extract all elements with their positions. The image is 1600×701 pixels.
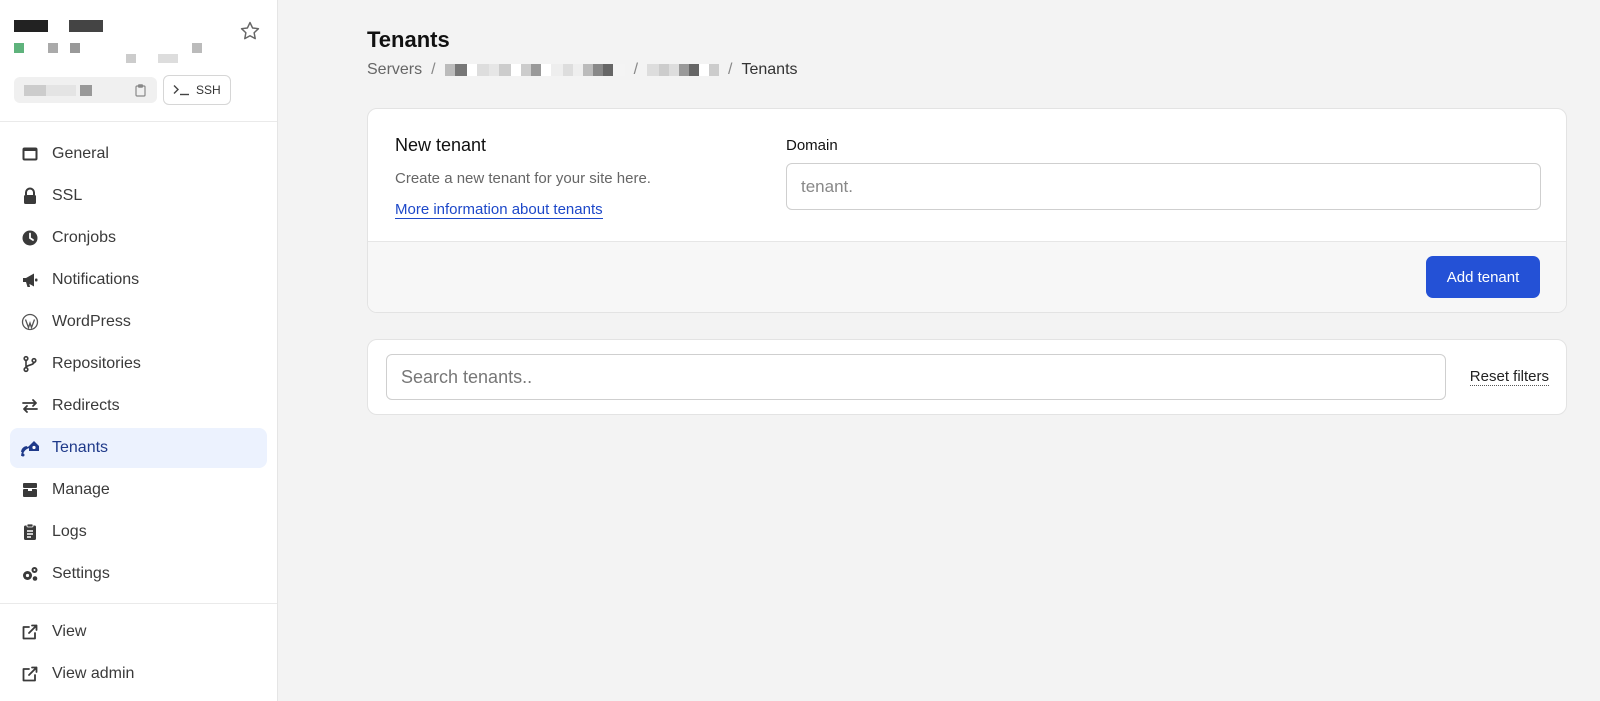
terminal-icon [173, 85, 189, 96]
new-tenant-footer: Add tenant [368, 242, 1566, 312]
tenants-icon [21, 439, 39, 457]
sidebar-item-view[interactable]: View [10, 612, 267, 652]
breadcrumb-servers[interactable]: Servers [367, 61, 422, 79]
breadcrumb-separator: / [633, 61, 639, 78]
tenants-info-link[interactable]: More information about tenants [395, 201, 603, 219]
sidebar: SSH General SSL Cronjobs Notifications W… [0, 0, 278, 701]
sidebar-item-ssl[interactable]: SSL [10, 176, 267, 216]
add-tenant-button[interactable]: Add tenant [1426, 256, 1540, 298]
external-link-icon [21, 623, 39, 641]
sidebar-item-label: Tenants [52, 439, 109, 456]
redacted-server-name[interactable] [444, 64, 625, 76]
tenant-search-card: Reset filters [367, 339, 1567, 415]
sidebar-divider [0, 603, 277, 604]
git-branch-icon [21, 355, 39, 373]
sidebar-item-label: Settings [52, 565, 110, 582]
sidebar-external-nav: View View admin [0, 612, 277, 694]
new-tenant-title: New tenant [395, 135, 487, 155]
ssh-button[interactable]: SSH [163, 75, 231, 105]
sidebar-item-logs[interactable]: Logs [10, 512, 267, 552]
favorite-star-icon[interactable] [239, 20, 261, 42]
sidebar-item-label: General [52, 145, 109, 162]
breadcrumb-current: Tenants [741, 61, 798, 78]
lock-icon [21, 187, 39, 205]
window-icon [21, 145, 39, 163]
search-tenants-input[interactable] [386, 354, 1446, 400]
redacted-site-crumb[interactable] [647, 64, 720, 76]
breadcrumb-separator: / [431, 61, 436, 78]
sidebar-item-label: Cronjobs [52, 229, 117, 246]
sidebar-item-label: Redirects [52, 397, 120, 414]
ssh-label: SSH [196, 83, 221, 97]
new-tenant-card: New tenant Create a new tenant for your … [367, 108, 1567, 313]
sidebar-item-manage[interactable]: Manage [10, 470, 267, 510]
gears-icon [21, 565, 39, 583]
sidebar-item-general[interactable]: General [10, 134, 267, 174]
sidebar-item-notifications[interactable]: Notifications [10, 260, 267, 300]
sidebar-item-cronjobs[interactable]: Cronjobs [10, 218, 267, 258]
sidebar-item-label: WordPress [52, 313, 131, 330]
sidebar-item-wordpress[interactable]: WordPress [10, 302, 267, 342]
sidebar-item-label: View admin [52, 665, 135, 682]
sidebar-item-label: SSL [52, 187, 83, 204]
sidebar-item-label: Notifications [52, 271, 140, 288]
domain-label: Domain [786, 137, 838, 154]
reset-filters-link[interactable]: Reset filters [1469, 368, 1549, 386]
breadcrumb: Servers / / / Tenants [367, 61, 798, 79]
box-icon [21, 481, 39, 499]
domain-input[interactable] [786, 163, 1541, 210]
arrows-exchange-icon [21, 397, 39, 415]
sidebar-item-settings[interactable]: Settings [10, 554, 267, 594]
wordpress-icon [21, 313, 39, 331]
sidebar-item-label: Manage [52, 481, 110, 498]
sidebar-item-redirects[interactable]: Redirects [10, 386, 267, 426]
megaphone-icon [21, 271, 39, 289]
page-title: Tenants [367, 27, 450, 52]
site-header: SSH [0, 0, 277, 122]
sidebar-nav: General SSL Cronjobs Notifications WordP… [0, 134, 277, 594]
clock-icon [21, 229, 39, 247]
breadcrumb-separator: / [728, 61, 733, 78]
external-link-icon [21, 665, 39, 683]
sidebar-item-label: View [52, 623, 87, 640]
sidebar-item-tenants[interactable]: Tenants [10, 428, 267, 468]
new-tenant-form: New tenant Create a new tenant for your … [368, 109, 1566, 242]
sidebar-item-label: Repositories [52, 355, 141, 372]
clipboard-list-icon [21, 523, 39, 541]
sidebar-item-view-admin[interactable]: View admin [10, 654, 267, 694]
new-tenant-description: Create a new tenant for your site here. [395, 170, 651, 187]
copy-clipboard-icon[interactable] [135, 84, 146, 97]
sidebar-item-repositories[interactable]: Repositories [10, 344, 267, 384]
sidebar-item-label: Logs [52, 523, 87, 540]
